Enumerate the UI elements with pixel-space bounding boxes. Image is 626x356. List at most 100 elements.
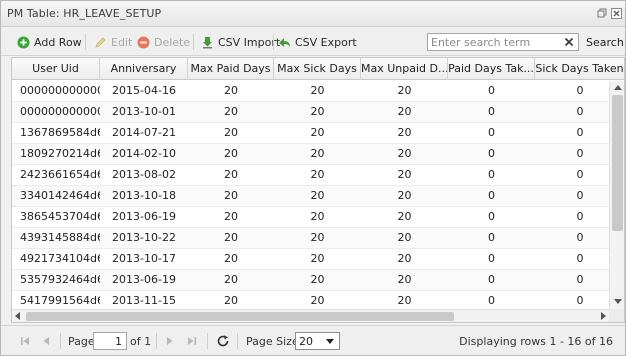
table-cell: 0: [488, 231, 495, 244]
table-cell: 2013-06-19: [112, 273, 176, 286]
table-cell: 2014-07-21: [112, 126, 176, 139]
table-cell: 0: [576, 84, 584, 97]
delete-button[interactable]: Delete: [137, 34, 190, 50]
table-cell: 0: [576, 189, 584, 202]
table-cell: 2013-10-17: [112, 252, 176, 265]
table-cell: 0: [576, 168, 584, 181]
table-cell: 2014-02-10: [112, 147, 176, 160]
restore-icon[interactable]: [597, 8, 608, 19]
add-row-button[interactable]: Add Row: [17, 34, 82, 50]
scroll-left-icon[interactable]: [15, 312, 20, 320]
table-cell: 20: [224, 294, 238, 307]
table-cell: 0: [576, 294, 584, 307]
table-row[interactable]: 2423661654d6... 2013-08-02 20 20 20 0 0: [12, 165, 609, 186]
table-row[interactable]: 1367869584d6... 2014-07-21 20 20 20 0 0: [12, 123, 609, 144]
table-cell: 0: [488, 105, 495, 118]
next-page-icon[interactable]: [163, 334, 177, 348]
table-cell: 20: [397, 252, 412, 265]
csv-export-button[interactable]: CSV Export: [278, 34, 357, 50]
table-cell: 0: [488, 84, 495, 97]
table-cell: 20: [397, 273, 412, 286]
column-header[interactable]: Paid Days Tak...: [448, 58, 535, 80]
add-icon: [17, 36, 30, 48]
table-cell: 2013-08-02: [112, 168, 176, 181]
table-cell: 0: [576, 252, 584, 265]
toolbar: Add Row Edit Delete CSV Import CSV Expor…: [1, 28, 625, 56]
table-row[interactable]: 3340142464d6... 2013-10-18 20 20 20 0 0: [12, 186, 609, 207]
table-cell: 2013-10-01: [112, 105, 176, 118]
previous-page-icon[interactable]: [39, 334, 53, 348]
table-cell: 20: [224, 147, 238, 160]
minus-icon: [137, 36, 150, 48]
table-cell: 20: [397, 294, 412, 307]
table-cell: 0: [488, 210, 495, 223]
table-row[interactable]: 3865453704d6... 2013-06-19 20 20 20 0 0: [12, 207, 609, 228]
column-header[interactable]: Anniversary: [100, 58, 188, 80]
search-input[interactable]: [428, 34, 562, 50]
table-cell: 20: [224, 252, 238, 265]
add-row-label: Add Row: [34, 35, 82, 49]
table-cell: 20: [397, 105, 412, 118]
scroll-down-icon[interactable]: [614, 299, 622, 304]
edit-button[interactable]: Edit: [94, 34, 132, 50]
scroll-right-icon[interactable]: [601, 312, 606, 320]
table-cell: 20: [397, 210, 412, 223]
table-row[interactable]: 5357932464d6... 2013-06-19 20 20 20 0 0: [12, 270, 609, 291]
table-cell: 20: [397, 147, 412, 160]
table-cell: 20: [397, 126, 412, 139]
table-cell: 2423661654d6...: [20, 168, 100, 181]
table-cell: 20: [397, 84, 412, 97]
pm-table-window: PM Table: HR_LEAVE_SETUP Add Row Edit De…: [0, 0, 626, 356]
first-page-icon[interactable]: [18, 334, 32, 348]
table-row[interactable]: 1809270214d6... 2014-02-10 20 20 20 0 0: [12, 144, 609, 165]
table-row[interactable]: 000000000000... 2015-04-16 20 20 20 0 0: [12, 81, 609, 102]
table-cell: 0: [576, 126, 584, 139]
table-row[interactable]: 5417991564d6... 2013-11-15 20 20 20 0 0: [12, 291, 609, 309]
table-cell: 20: [397, 168, 412, 181]
window-title: PM Table: HR_LEAVE_SETUP: [7, 7, 162, 20]
delete-label: Delete: [154, 35, 191, 49]
search-button[interactable]: Search: [586, 36, 624, 49]
last-page-icon[interactable]: [185, 334, 199, 348]
table-cell: 20: [224, 189, 238, 202]
table-cell: 000000000000...: [20, 84, 100, 97]
clear-search-icon[interactable]: [562, 35, 576, 49]
table-row[interactable]: 000000000000... 2013-10-01 20 20 20 0 0: [12, 102, 609, 123]
table-cell: 20: [310, 294, 325, 307]
table-cell: 20: [224, 210, 238, 223]
pager-divider: [156, 333, 157, 349]
table-cell: 0: [576, 147, 584, 160]
table-cell: 20: [310, 84, 325, 97]
table-cell: 0: [576, 210, 584, 223]
page-size-label: Page Size:: [246, 335, 303, 348]
column-header[interactable]: Sick Days Taken: [535, 58, 624, 80]
pencil-icon: [95, 36, 106, 48]
page-size-select[interactable]: 20: [295, 332, 340, 350]
column-header[interactable]: Max Paid Days: [188, 58, 274, 80]
vertical-scroll-thumb[interactable]: [612, 95, 623, 231]
vertical-scrollbar[interactable]: [609, 81, 624, 309]
table-cell: 5417991564d6...: [20, 294, 100, 307]
horizontal-scrollbar[interactable]: [12, 309, 609, 322]
column-header[interactable]: User Uid: [12, 58, 100, 80]
grid-body: 000000000000...2015-04-16202020000000000…: [12, 81, 609, 309]
search-box: [427, 33, 579, 51]
close-icon[interactable]: [611, 8, 622, 19]
pagination-bar: Page of 1 Page Size: 20 Displaying rows …: [1, 325, 625, 355]
scroll-up-icon[interactable]: [614, 85, 622, 90]
csv-import-button[interactable]: CSV Import: [201, 34, 280, 50]
toolbar-divider: [193, 34, 194, 50]
table-cell: 20: [310, 147, 325, 160]
page-count-label: of 1: [130, 335, 152, 348]
pager-divider: [207, 333, 208, 349]
refresh-icon[interactable]: [216, 334, 230, 348]
table-row[interactable]: 4921734104d6... 2013-10-17 20 20 20 0 0: [12, 249, 609, 270]
column-header[interactable]: Max Sick Days: [274, 58, 361, 80]
table-cell: 20: [310, 231, 325, 244]
table-row[interactable]: 4393145884d6... 2013-10-22 20 20 20 0 0: [12, 228, 609, 249]
horizontal-scroll-thumb[interactable]: [26, 312, 454, 321]
csv-export-icon: [279, 37, 290, 47]
page-number-input[interactable]: [93, 332, 127, 350]
table-cell: 20: [224, 84, 238, 97]
column-header[interactable]: Max Unpaid D...: [361, 58, 448, 80]
